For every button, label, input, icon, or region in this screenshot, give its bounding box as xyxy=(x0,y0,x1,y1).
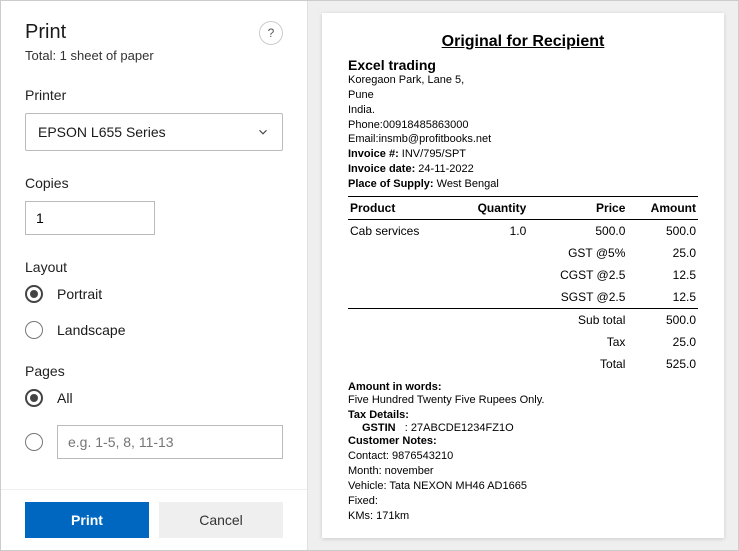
cancel-button[interactable]: Cancel xyxy=(159,502,283,538)
table-row: Total525.0 xyxy=(348,353,698,375)
invoice-heading: Original for Recipient xyxy=(348,33,698,51)
chevron-down-icon xyxy=(256,125,270,139)
note-line: Month: november xyxy=(348,464,698,479)
addr-line: India. xyxy=(348,103,698,118)
table-row: GST @5%25.0 xyxy=(348,242,698,264)
copies-section: Copies xyxy=(25,175,283,235)
tax-details-label: Tax Details: xyxy=(348,408,698,423)
addr-line: Koregaon Park, Lane 5, xyxy=(348,73,698,88)
copies-input[interactable] xyxy=(25,201,155,235)
customer-notes-label: Customer Notes: xyxy=(348,434,698,449)
amount-words: Five Hundred Twenty Five Rupees Only. xyxy=(348,393,698,408)
landscape-label: Landscape xyxy=(57,322,126,338)
preview-page: Original for Recipient Excel trading Kor… xyxy=(322,13,724,538)
copies-label: Copies xyxy=(25,175,283,191)
table-row: Sub total500.0 xyxy=(348,308,698,331)
addr-line: Pune xyxy=(348,88,698,103)
table-row: SGST @2.512.5 xyxy=(348,286,698,309)
col-price: Price xyxy=(528,196,627,219)
portrait-label: Portrait xyxy=(57,286,102,302)
note-line: Fixed: xyxy=(348,494,698,509)
invoice-number-line: Invoice #: INV/795/SPT xyxy=(348,147,698,162)
radio-icon xyxy=(25,433,43,451)
note-line: Contact: 9876543210 xyxy=(348,449,698,464)
col-qty: Quantity xyxy=(453,196,528,219)
printer-section: Printer EPSON L655 Series xyxy=(25,87,283,151)
printer-selected: EPSON L655 Series xyxy=(38,124,166,140)
sidebar-scroll[interactable]: Print Total: 1 sheet of paper ? Printer … xyxy=(1,1,307,489)
print-button[interactable]: Print xyxy=(25,502,149,538)
table-row: CGST @2.512.5 xyxy=(348,264,698,286)
note-line: Vehicle: Tata NEXON MH46 AD1665 xyxy=(348,479,698,494)
col-product: Product xyxy=(348,196,453,219)
printer-label: Printer xyxy=(25,87,283,103)
pages-all-option[interactable]: All xyxy=(25,389,283,407)
pages-all-label: All xyxy=(57,390,73,406)
table-row: Cab services 1.0 500.0 500.0 xyxy=(348,219,698,242)
col-amount: Amount xyxy=(627,196,698,219)
radio-icon xyxy=(25,321,43,339)
email-line: Email:insmb@profitbooks.net xyxy=(348,132,698,147)
table-row: Tax25.0 xyxy=(348,331,698,353)
layout-label: Layout xyxy=(25,259,283,275)
radio-icon xyxy=(25,389,43,407)
amount-words-label: Amount in words: xyxy=(348,381,698,393)
help-button[interactable]: ? xyxy=(259,21,283,45)
layout-landscape-option[interactable]: Landscape xyxy=(25,321,283,339)
layout-section: Layout Portrait Landscape xyxy=(25,259,283,339)
total-sheets: Total: 1 sheet of paper xyxy=(25,48,154,63)
pages-label: Pages xyxy=(25,363,283,379)
place-of-supply-line: Place of Supply: West Bengal xyxy=(348,177,698,192)
invoice-date-line: Invoice date: 24-11-2022 xyxy=(348,162,698,177)
company-name: Excel trading xyxy=(348,57,698,73)
help-icon: ? xyxy=(268,26,275,40)
pages-custom-input[interactable] xyxy=(57,425,283,459)
note-line: KMs: 171km xyxy=(348,509,698,524)
table-header-row: Product Quantity Price Amount xyxy=(348,196,698,219)
pages-custom-option[interactable] xyxy=(25,425,283,459)
button-row: Print Cancel xyxy=(1,489,307,550)
print-preview-area: Original for Recipient Excel trading Kor… xyxy=(308,1,738,550)
phone-line: Phone:00918485863000 xyxy=(348,118,698,133)
dialog-title: Print xyxy=(25,21,154,44)
pages-section: Pages All xyxy=(25,363,283,459)
print-sidebar: Print Total: 1 sheet of paper ? Printer … xyxy=(1,1,308,550)
invoice-table: Product Quantity Price Amount Cab servic… xyxy=(348,196,698,375)
printer-select[interactable]: EPSON L655 Series xyxy=(25,113,283,151)
layout-portrait-option[interactable]: Portrait xyxy=(25,285,283,303)
gstin-line: GSTIN : 27ABCDE1234FZ1O xyxy=(348,422,698,434)
radio-icon xyxy=(25,285,43,303)
